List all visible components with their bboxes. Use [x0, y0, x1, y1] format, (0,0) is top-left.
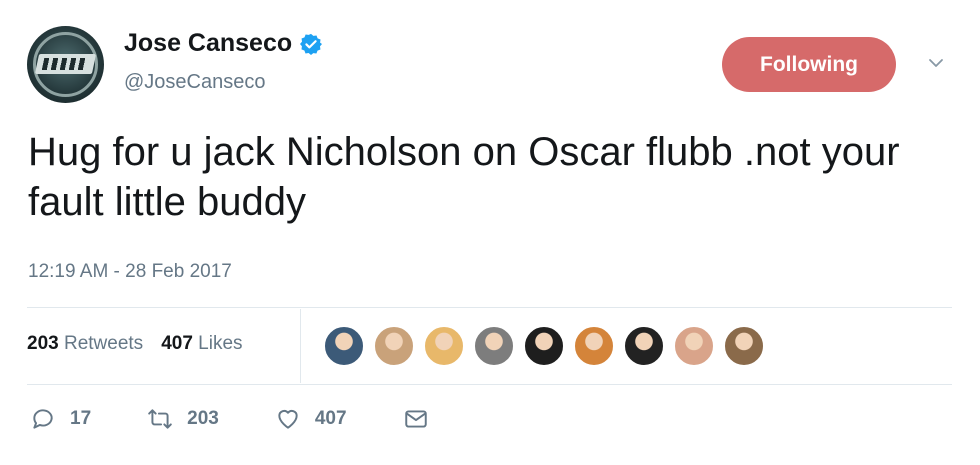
likes-label: Likes [198, 333, 243, 354]
tweet-timestamp[interactable]: 12:19 AM - 28 Feb 2017 [28, 261, 232, 283]
retweets-count: 203 [27, 333, 59, 354]
reply-action[interactable]: 17 [30, 406, 91, 432]
likes-count: 407 [161, 333, 193, 354]
chevron-down-icon[interactable] [927, 54, 945, 72]
tweet-text: Hug for u jack Nicholson on Oscar flubb … [28, 130, 900, 224]
liker-avatar[interactable] [624, 326, 664, 366]
liker-avatars [324, 326, 774, 366]
liker-avatar[interactable] [674, 326, 714, 366]
verified-badge-icon [300, 33, 323, 55]
direct-message-action[interactable] [403, 406, 443, 432]
retweet-icon [148, 409, 172, 429]
liker-avatar[interactable] [524, 326, 564, 366]
retweet-count: 203 [187, 408, 219, 429]
liker-avatar[interactable] [374, 326, 414, 366]
reply-icon [33, 409, 53, 429]
retweets-stat[interactable]: 203 Retweets [27, 333, 143, 355]
following-button[interactable]: Following [722, 37, 896, 92]
tweet-stats: 203 Retweets 407 Likes [27, 333, 261, 355]
author-name-row: Jose Canseco [124, 29, 323, 58]
avatar[interactable] [27, 26, 104, 103]
liker-avatar[interactable] [424, 326, 464, 366]
retweet-action[interactable]: 203 [147, 406, 219, 432]
liker-avatar[interactable] [324, 326, 364, 366]
reply-count: 17 [70, 408, 92, 429]
tweet-actions: 17 203 407 [30, 406, 499, 432]
divider-top [27, 307, 952, 308]
liker-avatar[interactable] [474, 326, 514, 366]
liker-avatar[interactable] [724, 326, 764, 366]
user-handle[interactable]: @JoseCanseco [124, 71, 265, 94]
like-action[interactable]: 407 [275, 406, 347, 432]
heart-icon [278, 409, 298, 429]
like-count: 407 [314, 408, 347, 429]
stats-separator [300, 309, 301, 383]
divider-bottom [27, 384, 952, 385]
avatar-logo [34, 54, 97, 74]
retweets-label: Retweets [63, 333, 144, 354]
likes-stat[interactable]: 407 Likes [161, 333, 242, 355]
display-name[interactable]: Jose Canseco [124, 29, 292, 58]
liker-avatar[interactable] [574, 326, 614, 366]
envelope-icon [404, 410, 427, 428]
